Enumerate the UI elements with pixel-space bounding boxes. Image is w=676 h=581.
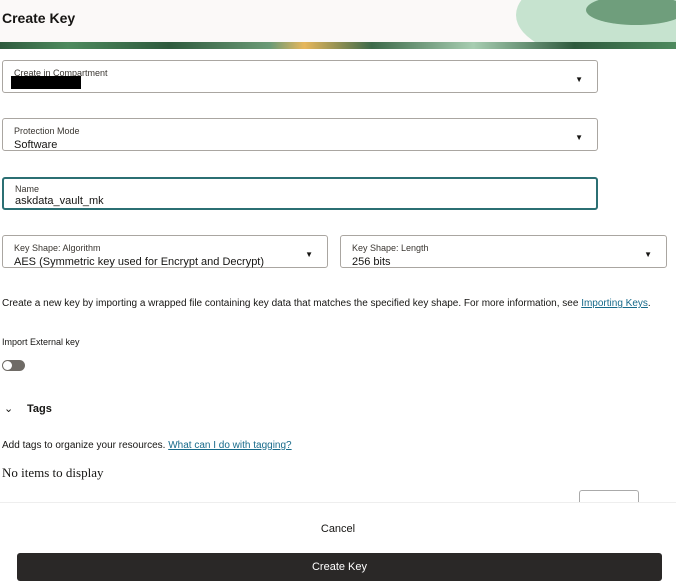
importing-keys-link[interactable]: Importing Keys <box>581 298 648 309</box>
footer: Cancel Create Key <box>0 502 676 581</box>
tags-desc-text: Add tags to organize your resources. <box>2 440 169 451</box>
page-title: Create Key <box>2 10 76 26</box>
algorithm-value: AES (Symmetric key used for Encrypt and … <box>14 256 265 268</box>
tags-description: Add tags to organize your resources. Wha… <box>2 440 292 451</box>
chevron-down-icon: ▼ <box>305 250 313 259</box>
redacted-value <box>11 76 81 89</box>
protection-mode-label: Protection Mode <box>14 126 80 136</box>
protection-mode-value: Software <box>14 139 58 151</box>
create-key-button[interactable]: Create Key <box>17 553 662 581</box>
algorithm-label: Key Shape: Algorithm <box>14 243 101 253</box>
length-value: 256 bits <box>352 256 391 268</box>
import-info-text: Create a new key by importing a wrapped … <box>2 298 582 309</box>
decorative-banner <box>0 42 676 49</box>
import-toggle-label: Import External key <box>2 337 80 347</box>
length-label: Key Shape: Length <box>352 243 429 253</box>
chevron-down-icon: ▼ <box>575 75 583 84</box>
algorithm-select[interactable]: Key Shape: Algorithm AES (Symmetric key … <box>2 235 328 268</box>
empty-message: No items to display <box>2 465 104 480</box>
protection-mode-select[interactable]: Protection Mode Software ▼ <box>2 118 598 151</box>
import-info: Create a new key by importing a wrapped … <box>2 296 667 311</box>
length-select[interactable]: Key Shape: Length 256 bits ▼ <box>340 235 667 268</box>
cancel-button[interactable]: Cancel <box>0 523 676 535</box>
header: Create Key <box>0 0 676 42</box>
name-label: Name <box>15 184 40 194</box>
name-input[interactable]: Name askdata_vault_mk <box>2 177 598 210</box>
chevron-down-icon[interactable]: ⌄ <box>4 402 13 415</box>
chevron-down-icon: ▼ <box>644 250 652 259</box>
name-value[interactable]: askdata_vault_mk <box>15 195 104 207</box>
chevron-down-icon: ▼ <box>575 133 583 142</box>
tagging-help-link[interactable]: What can I do with tagging? <box>168 440 291 451</box>
import-external-key-toggle[interactable] <box>2 360 25 371</box>
tags-section-title[interactable]: Tags <box>27 403 52 415</box>
period: . <box>647 298 651 309</box>
compartment-select[interactable]: Create in Compartment ▼ <box>2 60 598 93</box>
